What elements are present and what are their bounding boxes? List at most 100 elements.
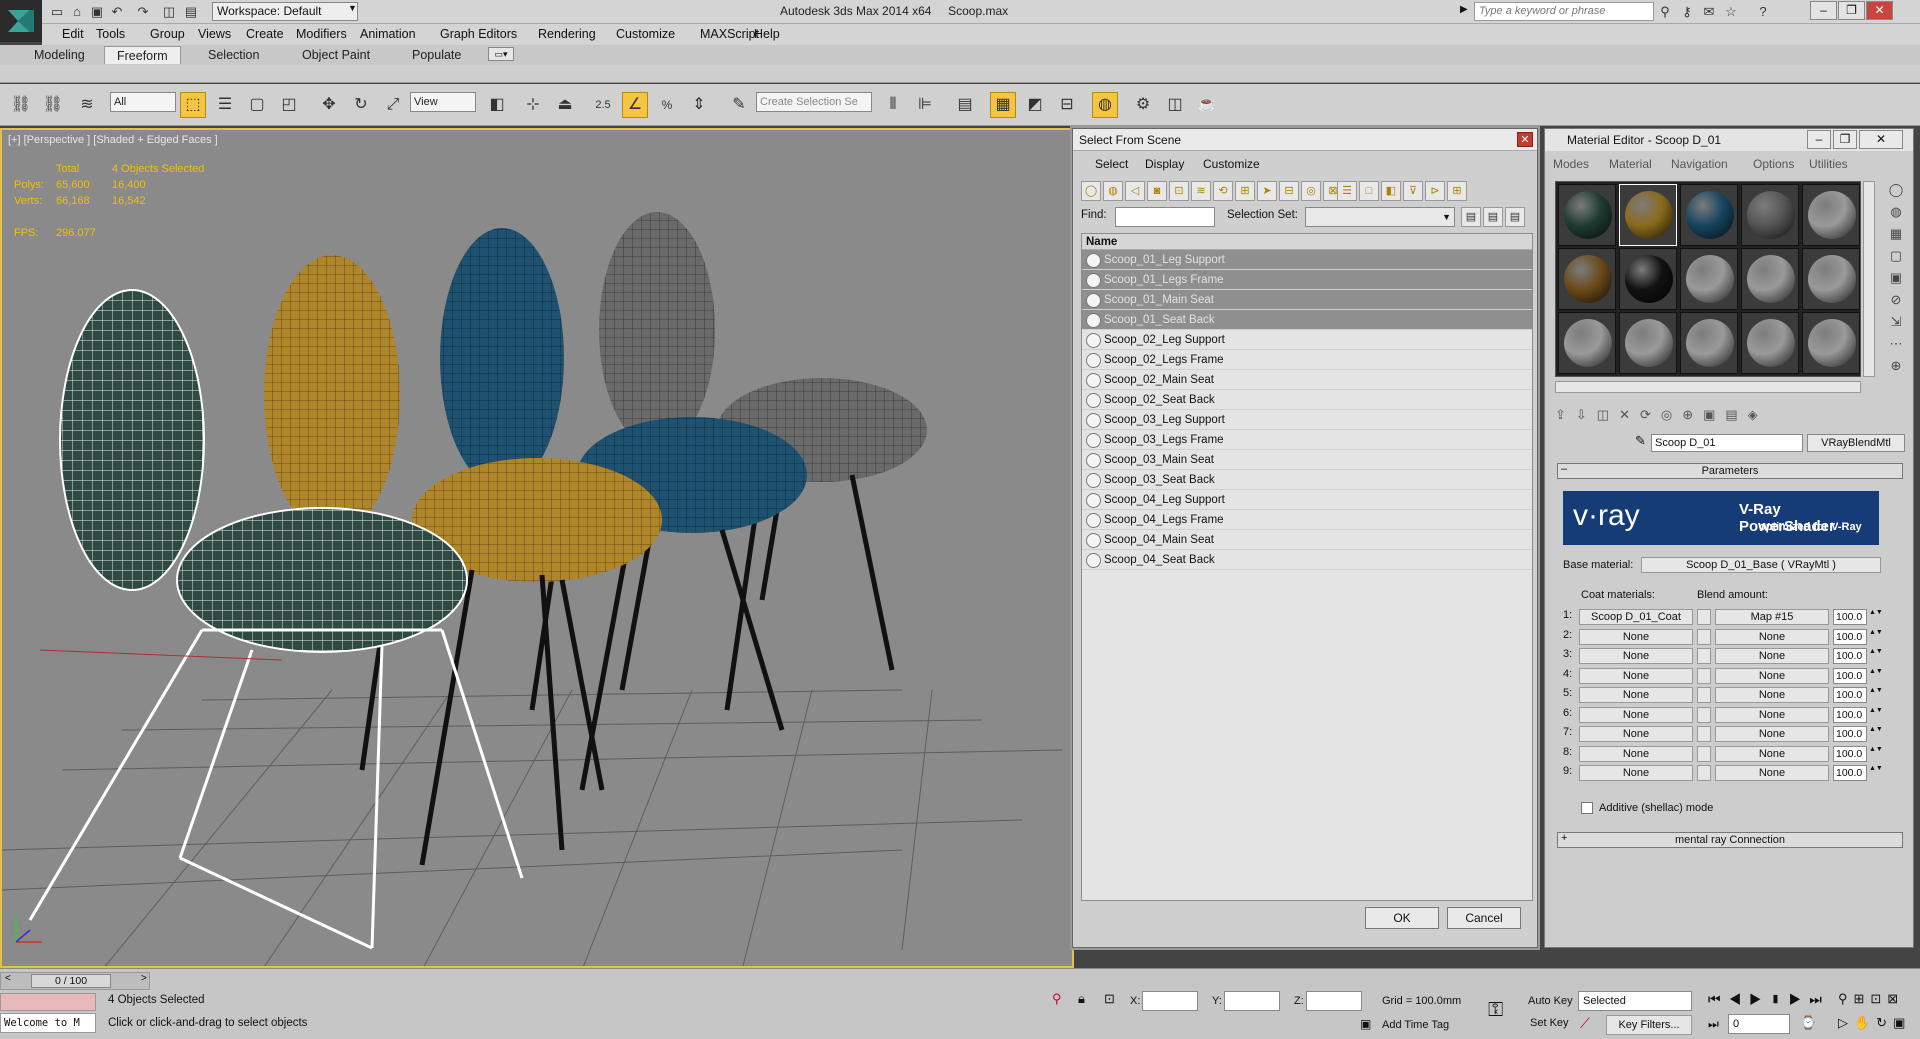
object-row[interactable]: Scoop_04_Leg Support bbox=[1082, 490, 1532, 510]
spinner-arrows-icon[interactable]: ▲▼ bbox=[1869, 746, 1883, 754]
holdfetch-icon[interactable]: ▤ bbox=[182, 3, 200, 20]
spinner-arrows-icon[interactable]: ▲▼ bbox=[1869, 629, 1883, 637]
add-to-set-icon[interactable]: ▤ bbox=[1483, 207, 1503, 227]
coat-material-button[interactable]: None bbox=[1579, 648, 1693, 664]
coat-material-button[interactable]: None bbox=[1579, 745, 1693, 762]
selection-set-dropdown[interactable]: ▼ bbox=[1305, 207, 1455, 227]
sample-slot[interactable] bbox=[1802, 248, 1860, 310]
curve-editor-icon[interactable]: ◩ bbox=[1022, 92, 1048, 118]
select-all-icon[interactable]: ☰ bbox=[1337, 181, 1357, 201]
slider-prev-icon[interactable]: < bbox=[5, 973, 11, 984]
create-set-icon[interactable]: ▤ bbox=[1461, 207, 1481, 227]
spinner-arrows-icon[interactable]: ▲▼ bbox=[1869, 648, 1883, 656]
angle-snap-icon[interactable]: ∠ bbox=[622, 92, 648, 118]
menu-edit[interactable]: Edit bbox=[62, 27, 84, 41]
timeline-frame-counter[interactable]: 0 / 100 bbox=[31, 974, 111, 988]
name-column-header[interactable]: Name bbox=[1082, 234, 1532, 250]
open-file-icon[interactable]: ⌂ bbox=[68, 3, 86, 20]
mental-ray-connection-rollout[interactable]: mental ray Connection bbox=[1557, 832, 1903, 848]
set-key-button[interactable]: Set Key bbox=[1530, 1017, 1569, 1029]
key-filters-button[interactable]: Key Filters... bbox=[1606, 1015, 1692, 1035]
sync-icon[interactable]: ⊳ bbox=[1425, 181, 1445, 201]
blend-amount-spinner[interactable]: 100.0 bbox=[1833, 745, 1867, 762]
expand-search-icon[interactable]: ▶ bbox=[1460, 4, 1468, 15]
menu-group[interactable]: Group bbox=[150, 27, 185, 41]
display-containers-icon[interactable]: ⊟ bbox=[1279, 181, 1299, 201]
blend-amount-spinner[interactable]: 100.0 bbox=[1833, 667, 1867, 684]
object-row[interactable]: Scoop_03_Leg Support bbox=[1082, 410, 1532, 430]
mat-menu-utilities[interactable]: Utilities bbox=[1809, 157, 1848, 171]
workspace-dropdown[interactable]: Workspace: Default bbox=[212, 2, 358, 21]
blend-map-button[interactable]: None bbox=[1715, 726, 1829, 742]
x-coordinate-field[interactable] bbox=[1142, 991, 1198, 1011]
blend-amount-spinner[interactable]: 100.0 bbox=[1833, 609, 1867, 625]
sample-slot[interactable] bbox=[1680, 312, 1738, 374]
additive-mode-checkbox[interactable] bbox=[1581, 802, 1593, 814]
material-name-field[interactable]: Scoop D_01 bbox=[1651, 434, 1803, 452]
sample-slot[interactable] bbox=[1680, 248, 1738, 310]
blend-map-button[interactable]: None bbox=[1715, 745, 1829, 762]
material-toolbar[interactable]: ⇪⇩◫✕⟳◎⊕▣▤◈ bbox=[1555, 407, 1885, 427]
new-file-icon[interactable]: ▭ bbox=[48, 3, 66, 20]
default-in-out-tangent-icon[interactable]: ⟋ bbox=[1580, 1015, 1590, 1032]
dialog-menu-customize[interactable]: Customize bbox=[1203, 157, 1260, 171]
viewport-scene[interactable] bbox=[2, 130, 1074, 968]
select-none-icon[interactable]: □ bbox=[1359, 181, 1379, 201]
sample-slot[interactable] bbox=[1619, 312, 1677, 374]
mat-minimize-button[interactable]: – bbox=[1807, 130, 1831, 149]
ribbon-tab-freeform[interactable]: Freeform bbox=[104, 46, 181, 64]
help-icon[interactable]: ? bbox=[1754, 3, 1772, 20]
rendered-frame-window-icon[interactable]: ◫ bbox=[1162, 92, 1188, 118]
sample-slot[interactable] bbox=[1619, 248, 1677, 310]
coat-toggle-checkbox[interactable] bbox=[1697, 726, 1711, 742]
render-setup-icon[interactable]: ⚙ bbox=[1130, 92, 1156, 118]
spinner-snap-icon[interactable]: ⇕ bbox=[686, 92, 712, 118]
schematic-view-icon[interactable]: ⊟ bbox=[1054, 92, 1080, 118]
chevron-down-icon[interactable]: ▼ bbox=[348, 3, 357, 13]
base-material-button[interactable]: Scoop D_01_Base ( VRayMtl ) bbox=[1641, 557, 1881, 573]
coat-material-button[interactable]: None bbox=[1579, 765, 1693, 781]
rollout-expand-icon[interactable]: + bbox=[1561, 832, 1567, 844]
project-folder-icon[interactable]: ◫ bbox=[160, 3, 178, 20]
ribbon-tab-selection[interactable]: Selection bbox=[196, 46, 271, 64]
display-cameras-icon[interactable]: ◙ bbox=[1147, 181, 1167, 201]
blend-amount-spinner[interactable]: 100.0 bbox=[1833, 706, 1867, 723]
coat-toggle-checkbox[interactable] bbox=[1697, 765, 1711, 781]
save-icon[interactable]: ▣ bbox=[88, 3, 106, 20]
menu-modifiers[interactable]: Modifiers bbox=[296, 27, 347, 41]
menu-customize[interactable]: Customize bbox=[616, 27, 675, 41]
isolate-selection-icon[interactable]: ⚲ bbox=[1052, 991, 1062, 1007]
coat-material-button[interactable]: Scoop D_01_Coat bbox=[1579, 609, 1693, 625]
sample-slot[interactable] bbox=[1741, 248, 1799, 310]
current-frame-field[interactable]: 0 bbox=[1728, 1014, 1790, 1034]
mat-restore-button[interactable]: ❐ bbox=[1833, 130, 1857, 149]
display-bones-icon[interactable]: ➤ bbox=[1257, 181, 1277, 201]
display-xrefs-icon[interactable]: ⊞ bbox=[1235, 181, 1255, 201]
sample-slot[interactable] bbox=[1741, 184, 1799, 246]
communication-center-icon[interactable]: ✉ bbox=[1700, 3, 1718, 20]
display-helpers-icon[interactable]: ⊡ bbox=[1169, 181, 1189, 201]
key-mode-toggle-icon[interactable]: ⏭ bbox=[1708, 1017, 1719, 1032]
bind-space-warp-icon[interactable]: ≋ bbox=[74, 92, 100, 118]
object-row[interactable]: Scoop_02_Legs Frame bbox=[1082, 350, 1532, 370]
coat-material-button[interactable]: None bbox=[1579, 726, 1693, 742]
blend-amount-spinner[interactable]: 100.0 bbox=[1833, 628, 1867, 645]
object-row[interactable]: Scoop_03_Main Seat bbox=[1082, 450, 1532, 470]
absolute-mode-icon[interactable]: ⊡ bbox=[1104, 991, 1115, 1007]
mat-menu-material[interactable]: Material bbox=[1609, 157, 1652, 171]
rollout-collapse-icon[interactable]: – bbox=[1561, 463, 1567, 475]
blend-map-button[interactable]: None bbox=[1715, 765, 1829, 781]
blend-map-button[interactable]: None bbox=[1715, 667, 1829, 684]
display-frozen-icon[interactable]: ◎ bbox=[1301, 181, 1321, 201]
favorites-star-icon[interactable]: ☆ bbox=[1722, 3, 1740, 20]
maxscript-listener-pink[interactable] bbox=[0, 993, 96, 1011]
coat-toggle-checkbox[interactable] bbox=[1697, 687, 1711, 703]
object-row[interactable]: Scoop_01_Main Seat bbox=[1082, 290, 1532, 310]
sample-slot[interactable] bbox=[1802, 184, 1860, 246]
coat-toggle-checkbox[interactable] bbox=[1697, 706, 1711, 723]
dialog-menu-display[interactable]: Display bbox=[1145, 157, 1184, 171]
mat-menu-navigation[interactable]: Navigation bbox=[1671, 157, 1728, 171]
selection-lock-icon[interactable]: 🔒︎ bbox=[1078, 991, 1085, 1007]
sample-slot[interactable] bbox=[1680, 184, 1738, 246]
blend-map-button[interactable]: None bbox=[1715, 687, 1829, 703]
